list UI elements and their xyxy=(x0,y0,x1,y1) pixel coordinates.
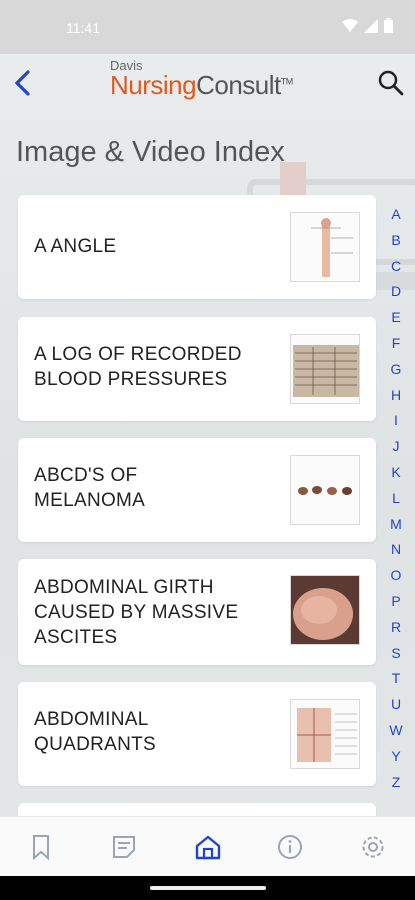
alphabet-letter-f[interactable]: F xyxy=(392,331,401,357)
settings-icon xyxy=(362,836,384,858)
item-label-line: CAUSED BY MASSIVE xyxy=(34,602,239,623)
brand-part1: Nursing xyxy=(110,70,197,100)
alphabet-letter-t[interactable]: T xyxy=(392,666,401,692)
alphabet-letter-l[interactable]: L xyxy=(392,486,400,512)
back-arrow-icon xyxy=(14,70,30,96)
alphabet-letter-o[interactable]: O xyxy=(391,563,402,589)
item-label-line: QUADRANTS xyxy=(34,734,156,755)
alphabet-letter-u[interactable]: U xyxy=(391,692,401,718)
alphabet-letter-s[interactable]: S xyxy=(391,641,400,667)
main-content[interactable]: Davis NursingConsultTM Image & Video Ind… xyxy=(0,54,415,816)
header: Davis NursingConsultTM xyxy=(0,54,415,114)
search-icon xyxy=(378,70,404,96)
abdomen-photo-image xyxy=(291,576,359,644)
battery-icon xyxy=(384,18,393,33)
list-item-a-angle[interactable]: A ANGLE xyxy=(18,195,376,299)
alphabet-letter-g[interactable]: G xyxy=(391,357,402,383)
nav-bookmarks[interactable] xyxy=(21,830,61,864)
brand-part2: Consult xyxy=(196,70,281,100)
nav-notes[interactable] xyxy=(104,830,144,864)
list-item-abdominal-girth[interactable]: ABDOMINAL GIRTH CAUSED BY MASSIVE ASCITE… xyxy=(18,559,376,665)
page-title: Image & Video Index xyxy=(16,136,285,168)
alphabet-letter-n[interactable]: N xyxy=(391,537,401,563)
info-icon xyxy=(278,835,302,859)
alphabet-letter-z[interactable]: Z xyxy=(392,770,401,796)
gesture-handle[interactable] xyxy=(150,886,266,890)
item-label-line: A LOG OF RECORDED xyxy=(34,344,242,365)
list-item-melanoma[interactable]: ABCD'S OF MELANOMA xyxy=(18,438,376,542)
alphabet-letter-e[interactable]: E xyxy=(391,305,400,331)
alphabet-letter-d[interactable]: D xyxy=(391,279,401,305)
thumbnail-image xyxy=(290,212,360,282)
item-label-line: ABCD'S OF xyxy=(34,465,138,486)
nav-home[interactable] xyxy=(188,830,228,864)
alphabet-letter-k[interactable]: K xyxy=(391,460,400,486)
log-sheet-image xyxy=(293,345,359,397)
alphabet-letter-m[interactable]: M xyxy=(390,512,402,538)
signal-icon xyxy=(364,18,378,33)
alphabet-letter-h[interactable]: H xyxy=(391,383,401,409)
search-button[interactable] xyxy=(377,68,405,98)
brand-tm: TM xyxy=(280,76,294,87)
notes-icon xyxy=(113,836,135,858)
bottom-navigation xyxy=(0,816,415,876)
status-time: 11:41 xyxy=(66,20,100,36)
item-label-line: MELANOMA xyxy=(34,490,146,511)
back-button[interactable] xyxy=(10,66,36,100)
item-label-line: A ANGLE xyxy=(34,236,117,257)
home-icon xyxy=(195,835,221,860)
gesture-bar xyxy=(0,876,415,900)
nav-info[interactable] xyxy=(270,830,310,864)
brand-logo: Davis NursingConsultTM xyxy=(110,58,293,101)
alphabet-letter-a[interactable]: A xyxy=(391,202,400,228)
item-label-line: ASCITES xyxy=(34,627,118,648)
alphabet-letter-y[interactable]: Y xyxy=(391,744,400,770)
alphabet-letter-p[interactable]: P xyxy=(391,589,400,615)
status-bar: 11:41 xyxy=(0,0,415,54)
quadrants-diagram-image xyxy=(297,708,357,762)
melanoma-spots-image xyxy=(298,486,352,495)
alphabet-letter-c[interactable]: C xyxy=(391,254,401,280)
thumbnail-image xyxy=(290,699,360,769)
thumbnail-image xyxy=(290,455,360,525)
alphabet-letter-i[interactable]: I xyxy=(394,408,398,434)
anatomy-diagram-image xyxy=(311,218,353,277)
alphabet-index[interactable]: ABCDEFGHIJKLMNOPRSTUWYZ xyxy=(385,202,407,795)
wifi-icon xyxy=(342,18,358,32)
thumbnail-image xyxy=(290,334,360,404)
alphabet-letter-w[interactable]: W xyxy=(389,718,402,744)
alphabet-letter-r[interactable]: R xyxy=(391,615,401,641)
thumbnail-image xyxy=(290,575,360,645)
list-item[interactable] xyxy=(18,803,376,816)
bookmark-icon xyxy=(33,835,49,860)
item-label-line: BLOOD PRESSURES xyxy=(34,369,228,390)
alphabet-letter-b[interactable]: B xyxy=(391,228,400,254)
alphabet-letter-j[interactable]: J xyxy=(393,434,400,460)
nav-settings[interactable] xyxy=(353,830,393,864)
list-item-abdominal-quadrants[interactable]: ABDOMINAL QUADRANTS xyxy=(18,682,376,786)
list-item-blood-pressures[interactable]: A LOG OF RECORDED BLOOD PRESSURES xyxy=(18,317,376,421)
item-label-line: ABDOMINAL xyxy=(34,709,149,730)
item-label-line: ABDOMINAL GIRTH xyxy=(34,577,214,598)
